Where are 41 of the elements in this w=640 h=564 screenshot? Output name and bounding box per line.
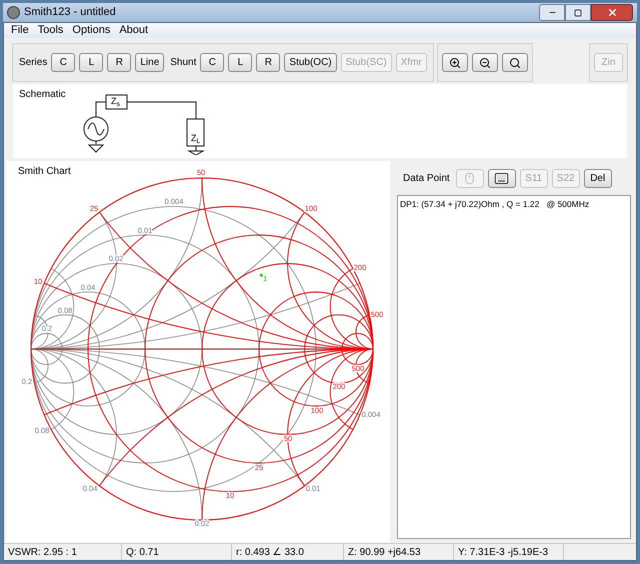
data-point-entry: DP1: (57.34 + j70.22)Ohm , Q = 1.22 @ 500MHz xyxy=(400,198,590,211)
app-icon xyxy=(7,6,20,19)
toolbar-button[interactable]: L xyxy=(79,53,104,72)
toolbar-button[interactable]: R xyxy=(107,53,132,72)
panel-title: Schematic xyxy=(19,88,66,102)
maximize-button[interactable] xyxy=(565,4,591,21)
zoom-in-icon xyxy=(448,56,461,68)
toolbar-button[interactable]: Stub(OC) xyxy=(284,53,337,72)
window-title: Smith123 - untitled xyxy=(24,5,116,20)
component-label: Z$_{L}$ xyxy=(191,134,200,143)
mouse-icon xyxy=(463,172,476,184)
status-field: Q: 0.71 xyxy=(122,544,232,560)
menu-item[interactable]: Options xyxy=(72,22,110,39)
component-label: Z$_{s}$ xyxy=(111,97,120,106)
panel-title: Smith Chart xyxy=(18,165,71,179)
status-field: VSWR: 2.95 : 1 xyxy=(4,544,122,560)
toolbar-button[interactable]: L xyxy=(228,53,252,72)
toolbar-label: Shunt xyxy=(170,56,196,70)
icon-button[interactable] xyxy=(502,53,528,72)
menu-item[interactable]: File xyxy=(11,22,29,39)
toolbar-button[interactable]: R xyxy=(256,53,280,72)
menu-item[interactable]: About xyxy=(119,22,148,39)
icon-button[interactable] xyxy=(442,53,468,72)
icon-button[interactable] xyxy=(472,53,498,72)
status-field: r: 0.493 ∠ 33.0 xyxy=(232,544,344,560)
status-field: Z: 90.99 +j64.53 xyxy=(344,544,454,560)
close-button[interactable] xyxy=(591,4,633,21)
toolbar-button[interactable]: Del xyxy=(584,168,612,188)
status-field: Y: 7.31E-3 -j5.19E-3 xyxy=(454,544,564,560)
toolbar-button[interactable]: Line xyxy=(135,53,164,72)
zoom-out-icon xyxy=(478,56,491,68)
menu-item[interactable]: Tools xyxy=(38,22,64,39)
close-icon xyxy=(606,7,618,18)
maximize-icon xyxy=(574,8,582,16)
keyboard-icon xyxy=(494,170,510,186)
search-icon xyxy=(508,56,521,68)
icon-button[interactable] xyxy=(488,168,516,188)
toolbar-button[interactable]: C xyxy=(200,53,224,72)
data-point-label: Data Point xyxy=(403,172,450,186)
toolbar-button[interactable]: C xyxy=(51,53,76,72)
toolbar-label: Series xyxy=(19,56,48,70)
